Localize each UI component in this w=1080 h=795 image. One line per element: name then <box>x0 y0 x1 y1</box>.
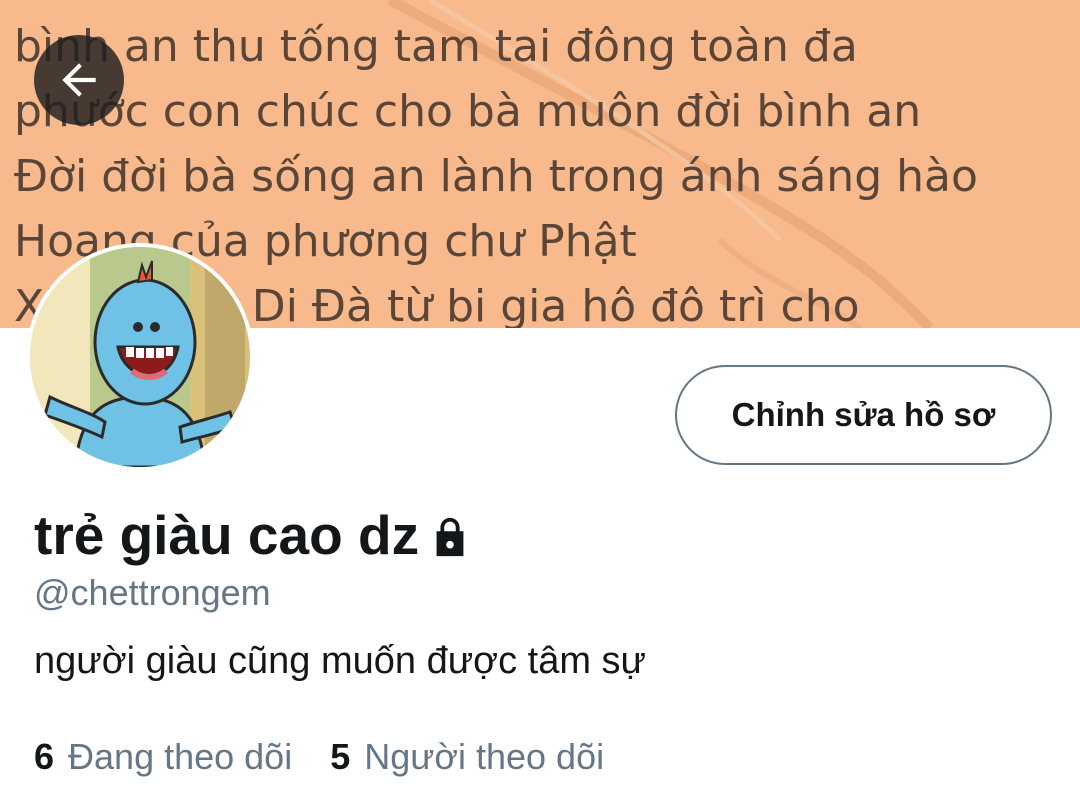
following-label: Đang theo dõi <box>68 736 293 777</box>
followers-label: Người theo dõi <box>364 736 605 777</box>
display-name: trẻ giàu cao dz <box>34 504 420 566</box>
followers-link[interactable]: 5 Người theo dõi <box>330 736 604 778</box>
username-handle: @chettrongem <box>34 572 271 613</box>
arrow-left-icon <box>62 63 96 97</box>
edit-profile-button[interactable]: Chỉnh sửa hồ sơ <box>675 365 1052 465</box>
banner-line: bình an thu tống tam tai đông toàn đa <box>14 21 858 72</box>
following-link[interactable]: 6 Đang theo dõi <box>34 736 292 778</box>
follow-stats: 6 Đang theo dõi 5 Người theo dõi <box>34 736 604 778</box>
lock-icon <box>436 517 464 557</box>
profile-bio: người giàu cũng muốn được tâm sự <box>34 640 646 682</box>
back-button[interactable] <box>34 35 124 125</box>
banner-line: Đời đời bà sống an lành trong ánh sáng h… <box>14 151 978 202</box>
following-count: 6 <box>34 736 55 777</box>
avatar-image <box>30 247 250 467</box>
avatar[interactable] <box>26 243 254 471</box>
banner-line: phước con chúc cho bà muôn đời bình an <box>14 86 922 137</box>
display-name-row: trẻ giàu cao dz <box>34 500 473 570</box>
followers-count: 5 <box>330 736 351 777</box>
